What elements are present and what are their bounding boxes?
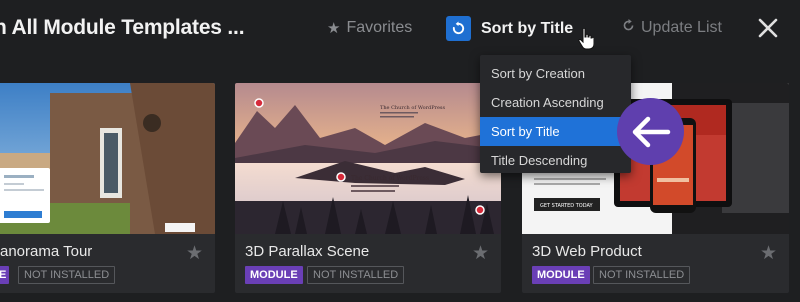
card-thumbnail: The Church of WordPress The Church of Wo… — [235, 83, 501, 234]
status-badge: NOT INSTALLED — [593, 266, 691, 284]
close-icon[interactable] — [755, 15, 781, 41]
template-card[interactable]: The Church of WordPress The Church of Wo… — [235, 83, 501, 293]
sort-option-title[interactable]: Sort by Title — [480, 117, 631, 146]
sort-option-creation[interactable]: Sort by Creation — [480, 59, 631, 88]
sort-label: Sort by Title — [481, 19, 574, 37]
refresh-icon — [622, 19, 635, 37]
sort-dropdown: Sort by Creation Creation Ascending Sort… — [480, 55, 631, 173]
favorites-label: Favorites — [346, 19, 413, 36]
thumb-subheading: The Church of WordPress — [380, 105, 446, 111]
template-card[interactable]: anorama Tour ★ E NOT INSTALLED — [0, 83, 215, 293]
header-bar: h All Module Templates ... ★ Favorites S… — [0, 0, 800, 58]
update-list-label: Update List — [641, 19, 722, 36]
favorites-button[interactable]: ★ Favorites — [327, 19, 412, 37]
refresh-icon — [446, 16, 471, 41]
status-badge: NOT INSTALLED — [18, 266, 116, 284]
update-list-button[interactable]: Update List — [622, 19, 722, 37]
sort-option-creation-ascending[interactable]: Creation Ascending — [480, 88, 631, 117]
page-title: h All Module Templates ... — [0, 16, 245, 39]
card-thumbnail — [0, 83, 215, 234]
card-title: anorama Tour — [0, 243, 93, 260]
card-title: 3D Parallax Scene — [245, 243, 370, 260]
module-badge: E — [0, 266, 10, 284]
star-icon[interactable]: ★ — [186, 242, 203, 265]
card-title: 3D Web Product — [532, 243, 642, 260]
module-badge: MODULE — [532, 266, 590, 284]
status-badge: NOT INSTALLED — [307, 266, 405, 284]
sort-button[interactable]: Sort by Title — [446, 16, 573, 41]
sort-option-title-descending[interactable]: Title Descending — [480, 146, 631, 175]
module-badge: MODULE — [245, 266, 303, 284]
star-icon[interactable]: ★ — [760, 242, 777, 265]
star-icon: ★ — [327, 20, 341, 37]
star-icon[interactable]: ★ — [472, 242, 489, 265]
hand-cursor-icon — [578, 28, 594, 50]
thumb-heading: The Church of WordPress — [351, 175, 429, 182]
thumb-cta: GET STARTED TODAY — [540, 203, 593, 209]
arrow-left-icon — [617, 98, 684, 165]
